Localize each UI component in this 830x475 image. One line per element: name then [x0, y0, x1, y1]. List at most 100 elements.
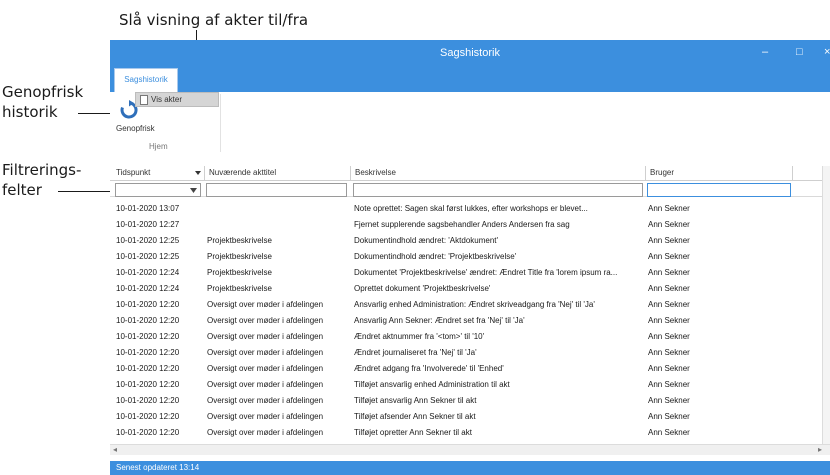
scroll-left-icon[interactable]: ◂ — [113, 445, 117, 455]
cell-beskrivelse: Ændret adgang fra 'Involverede' til 'Enh… — [354, 364, 504, 373]
cell-bruger: Ann Sekner — [648, 348, 690, 357]
cell-beskrivelse: Ændret aktnummer fra '<tom>' til '10' — [354, 332, 485, 341]
cell-tidspunkt: 10-01-2020 12:25 — [116, 236, 180, 245]
table-row[interactable]: 10-01-2020 13:07 Note oprettet: Sagen ska… — [110, 201, 822, 217]
cell-tidspunkt: 10-01-2020 12:20 — [116, 316, 180, 325]
scroll-right-icon[interactable]: ▸ — [818, 445, 822, 455]
column-separator — [350, 166, 351, 180]
cell-tidspunkt: 10-01-2020 12:20 — [116, 396, 180, 405]
chevron-down-icon[interactable] — [195, 171, 201, 175]
minimize-button[interactable]: – — [762, 46, 768, 58]
chevron-down-icon[interactable] — [190, 188, 197, 193]
cell-tidspunkt: 10-01-2020 12:20 — [116, 412, 180, 421]
callout-filter-line1: Filtrerings- — [2, 161, 82, 179]
cell-akttitel: Oversigt over møder i afdelingen — [207, 316, 324, 325]
column-separator — [204, 166, 205, 180]
table-row[interactable]: 10-01-2020 12:20 Oversigt over møder i af… — [110, 313, 822, 329]
cell-beskrivelse: Dokumentindhold ændret: 'Aktdokument' — [354, 236, 499, 245]
cell-beskrivelse: Ændret journaliseret fra 'Nej' til 'Ja' — [354, 348, 477, 357]
filter-beskrivelse[interactable] — [353, 183, 643, 197]
ribbon-group-label: Hjem — [149, 142, 168, 151]
column-header-tidspunkt[interactable]: Tidspunkt — [116, 168, 150, 177]
vertical-scrollbar[interactable] — [822, 166, 830, 444]
table-row[interactable]: 10-01-2020 12:20 Oversigt over møder i af… — [110, 425, 822, 441]
cell-beskrivelse: Tilføjet afsender Ann Sekner til akt — [354, 412, 476, 421]
cell-bruger: Ann Sekner — [648, 396, 690, 405]
cell-tidspunkt: 10-01-2020 12:20 — [116, 348, 180, 357]
grid-body: 10-01-2020 13:07 Note oprettet: Sagen ska… — [110, 201, 822, 444]
cell-bruger: Ann Sekner — [648, 412, 690, 421]
cell-bruger: Ann Sekner — [648, 316, 690, 325]
column-header-akttitel[interactable]: Nuværende akttitel — [209, 168, 276, 177]
table-row[interactable]: 10-01-2020 12:20 Oversigt over møder i af… — [110, 329, 822, 345]
cell-tidspunkt: 10-01-2020 12:24 — [116, 284, 180, 293]
cell-akttitel: Projektbeskrivelse — [207, 268, 272, 277]
table-row[interactable]: 10-01-2020 12:20 Oversigt over møder i af… — [110, 393, 822, 409]
table-row[interactable]: 10-01-2020 12:20 Oversigt over møder i af… — [110, 297, 822, 313]
column-header-bruger[interactable]: Bruger — [650, 168, 674, 177]
table-row[interactable]: 10-01-2020 12:25 Projektbeskrivelse Dokume… — [110, 233, 822, 249]
cell-akttitel: Oversigt over møder i afdelingen — [207, 428, 324, 437]
cell-bruger: Ann Sekner — [648, 220, 690, 229]
cell-akttitel: Oversigt over møder i afdelingen — [207, 380, 324, 389]
cell-bruger: Ann Sekner — [648, 364, 690, 373]
cell-beskrivelse: Ansvarlig Ann Sekner: Ændret set fra 'Ne… — [354, 316, 525, 325]
cell-tidspunkt: 10-01-2020 12:20 — [116, 300, 180, 309]
cell-beskrivelse: Tilføjet ansvarlig Ann Sekner til akt — [354, 396, 477, 405]
table-row[interactable]: 10-01-2020 12:20 Oversigt over møder i af… — [110, 377, 822, 393]
vis-akter-label: Vis akter — [151, 95, 182, 104]
cell-bruger: Ann Sekner — [648, 284, 690, 293]
table-row[interactable]: 10-01-2020 12:25 Projektbeskrivelse Dokume… — [110, 249, 822, 265]
cell-akttitel: Oversigt over møder i afdelingen — [207, 412, 324, 421]
vis-akter-toggle[interactable]: Vis akter — [135, 92, 219, 107]
table-row[interactable]: 10-01-2020 12:24 Projektbeskrivelse Oprett… — [110, 281, 822, 297]
table-row[interactable]: 10-01-2020 12:24 Projektbeskrivelse Dokume… — [110, 265, 822, 281]
cell-bruger: Ann Sekner — [648, 252, 690, 261]
cell-akttitel: Projektbeskrivelse — [207, 252, 272, 261]
tab-sagshistorik[interactable]: Sagshistorik — [114, 68, 178, 92]
table-row[interactable]: 10-01-2020 12:20 Oversigt over møder i af… — [110, 409, 822, 425]
table-row[interactable]: 10-01-2020 12:20 Oversigt over møder i af… — [110, 361, 822, 377]
column-header-beskrivelse[interactable]: Beskrivelse — [355, 168, 396, 177]
status-text: Senest opdateret 13:14 — [116, 463, 200, 472]
cell-bruger: Ann Sekner — [648, 204, 690, 213]
title-bar: Sagshistorik – □ × — [110, 40, 830, 70]
cell-akttitel: Oversigt over møder i afdelingen — [207, 364, 324, 373]
callout-refresh-line1: Genopfrisk — [2, 83, 84, 101]
callout-refresh-line2: historik — [2, 103, 58, 121]
horizontal-scrollbar[interactable]: ◂ ▸ — [110, 444, 830, 455]
cell-beskrivelse: Ansvarlig enhed Administration: Ændret s… — [354, 300, 595, 309]
cell-beskrivelse: Oprettet dokument 'Projektbeskrivelse' — [354, 284, 491, 293]
close-button[interactable]: × — [824, 46, 830, 58]
filter-bruger[interactable] — [647, 183, 791, 197]
status-bar: Senest opdateret 13:14 — [110, 461, 830, 475]
cell-tidspunkt: 10-01-2020 12:25 — [116, 252, 180, 261]
app-window: Sagshistorik – □ × Sagshistorik Genopfri… — [110, 40, 830, 475]
callout-filter-line2: felter — [2, 181, 42, 199]
filter-tidspunkt[interactable] — [115, 183, 201, 197]
cell-akttitel: Projektbeskrivelse — [207, 236, 272, 245]
cell-bruger: Ann Sekner — [648, 332, 690, 341]
cell-akttitel: Oversigt over møder i afdelingen — [207, 348, 324, 357]
ribbon-tab-strip — [110, 70, 830, 92]
callout-line-filter — [58, 191, 112, 192]
grid-header: Tidspunkt Nuværende akttitel Beskrivelse… — [110, 166, 830, 181]
ribbon-group-separator — [220, 94, 221, 152]
cell-akttitel: Oversigt over møder i afdelingen — [207, 300, 324, 309]
cell-bruger: Ann Sekner — [648, 428, 690, 437]
maximize-button[interactable]: □ — [796, 46, 803, 58]
table-row[interactable]: 10-01-2020 12:27 Fjernet supplerende sags… — [110, 217, 822, 233]
cell-beskrivelse: Fjernet supplerende sagsbehandler Anders… — [354, 220, 570, 229]
filter-akttitel[interactable] — [206, 183, 347, 197]
cell-tidspunkt: 10-01-2020 12:20 — [116, 380, 180, 389]
table-row[interactable]: 10-01-2020 12:20 Oversigt over møder i af… — [110, 345, 822, 361]
cell-tidspunkt: 10-01-2020 12:20 — [116, 364, 180, 373]
cell-akttitel: Oversigt over møder i afdelingen — [207, 332, 324, 341]
cell-beskrivelse: Note oprettet: Sagen skal først lukkes, … — [354, 204, 588, 213]
cell-bruger: Ann Sekner — [648, 300, 690, 309]
cell-bruger: Ann Sekner — [648, 380, 690, 389]
cell-tidspunkt: 10-01-2020 12:27 — [116, 220, 180, 229]
cell-tidspunkt: 10-01-2020 12:20 — [116, 428, 180, 437]
cell-beskrivelse: Tilføjet ansvarlig enhed Administration … — [354, 380, 510, 389]
cell-tidspunkt: 10-01-2020 12:20 — [116, 332, 180, 341]
